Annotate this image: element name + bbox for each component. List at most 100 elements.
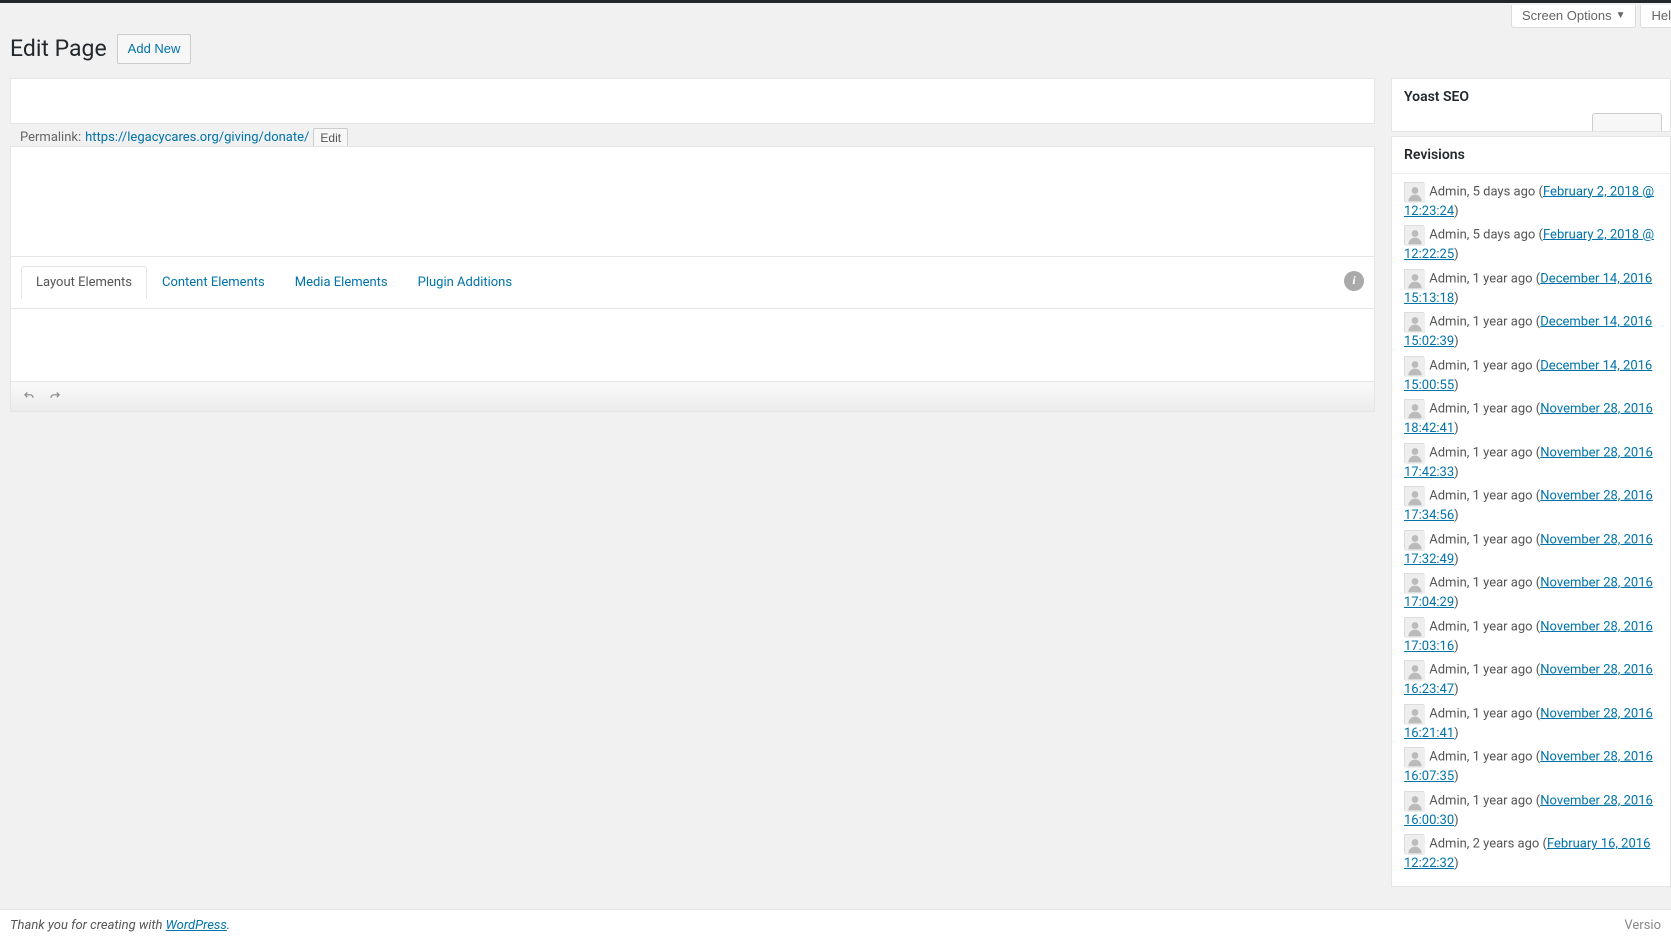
revision-item: Admin, 1 year ago (November 28, 2016 16:…: [1404, 704, 1658, 744]
revision-author: Admin: [1429, 836, 1467, 851]
revision-author: Admin: [1429, 619, 1467, 634]
avatar-icon: [1404, 660, 1424, 680]
revision-author: Admin: [1429, 532, 1467, 547]
revision-ago: 1 year ago: [1473, 793, 1533, 808]
help-label: Hel: [1651, 8, 1671, 23]
revision-item: Admin, 1 year ago (November 28, 2016 17:…: [1404, 573, 1658, 613]
revision-ago: 1 year ago: [1473, 314, 1533, 329]
avatar-icon: [1404, 312, 1424, 332]
editor-footer: [11, 381, 1374, 411]
avatar-icon: [1404, 530, 1424, 550]
revision-ago: 5 days ago: [1473, 184, 1536, 199]
revisions-metabox: Revisions Admin, 5 days ago (February 2,…: [1391, 136, 1671, 887]
revision-ago: 5 days ago: [1473, 227, 1536, 242]
add-new-button[interactable]: Add New: [117, 34, 192, 64]
revision-item: Admin, 1 year ago (November 28, 2016 16:…: [1404, 747, 1658, 787]
revision-item: Admin, 1 year ago (December 14, 2016 15:…: [1404, 269, 1658, 309]
revision-ago: 1 year ago: [1473, 445, 1533, 460]
revision-author: Admin: [1429, 793, 1467, 808]
avatar-icon: [1404, 791, 1424, 811]
revision-ago: 1 year ago: [1473, 749, 1533, 764]
avatar-icon: [1404, 399, 1424, 419]
revision-ago: 1 year ago: [1473, 358, 1533, 373]
revision-item: Admin, 5 days ago (February 2, 2018 @ 12…: [1404, 225, 1658, 265]
revision-item: Admin, 1 year ago (December 14, 2016 15:…: [1404, 312, 1658, 352]
yoast-button-stub[interactable]: [1592, 113, 1662, 131]
avatar-icon: [1404, 356, 1424, 376]
avatar-icon: [1404, 617, 1424, 637]
revisions-title: Revisions: [1392, 137, 1670, 174]
footer-period: .: [227, 918, 230, 933]
tab-layout-elements[interactable]: Layout Elements: [21, 266, 147, 299]
revision-author: Admin: [1429, 575, 1467, 590]
revision-author: Admin: [1429, 227, 1467, 242]
revision-ago: 1 year ago: [1473, 271, 1533, 286]
avatar-icon: [1404, 443, 1424, 463]
revision-ago: 1 year ago: [1473, 706, 1533, 721]
avatar-icon: [1404, 182, 1424, 202]
revision-item: Admin, 1 year ago (November 28, 2016 16:…: [1404, 660, 1658, 700]
revision-item: Admin, 5 days ago (February 2, 2018 @ 12…: [1404, 182, 1658, 222]
undo-icon[interactable]: [21, 388, 37, 404]
revision-item: Admin, 1 year ago (November 28, 2016 17:…: [1404, 443, 1658, 483]
revision-author: Admin: [1429, 488, 1467, 503]
avatar-icon: [1404, 704, 1424, 724]
tab-plugin-additions[interactable]: Plugin Additions: [403, 266, 527, 299]
revision-ago: 1 year ago: [1473, 619, 1533, 634]
sidebar: Yoast SEO Revisions Admin, 5 days ago (F…: [1391, 78, 1671, 903]
help-button[interactable]: Hel: [1640, 5, 1671, 28]
revision-item: Admin, 1 year ago (November 28, 2016 18:…: [1404, 399, 1658, 439]
page-header: Edit Page Add New: [0, 28, 1671, 78]
revision-author: Admin: [1429, 662, 1467, 677]
yoast-seo-body: [1392, 107, 1670, 131]
tab-content-elements[interactable]: Content Elements: [147, 266, 280, 299]
revision-author: Admin: [1429, 184, 1467, 199]
revision-ago: 2 years ago: [1473, 836, 1540, 851]
permalink-url[interactable]: https://legacycares.org/giving/donate/: [85, 130, 309, 145]
redo-icon[interactable]: [47, 388, 63, 404]
revision-item: Admin, 1 year ago (November 28, 2016 16:…: [1404, 791, 1658, 831]
footer-wordpress-link[interactable]: WordPress: [166, 918, 227, 933]
avatar-icon: [1404, 269, 1424, 289]
yoast-seo-metabox: Yoast SEO: [1391, 78, 1671, 132]
screen-options-button[interactable]: Screen Options ▼: [1511, 5, 1637, 28]
page-title: Edit Page: [10, 35, 107, 62]
footer-thanks: Thank you for creating with: [10, 918, 166, 933]
revision-ago: 1 year ago: [1473, 532, 1533, 547]
tab-media-elements[interactable]: Media Elements: [280, 266, 403, 299]
yoast-seo-title: Yoast SEO: [1392, 79, 1670, 107]
avatar-icon: [1404, 834, 1424, 854]
editor-canvas[interactable]: [11, 309, 1374, 381]
editor-panel: Layout Elements Content Elements Media E…: [10, 146, 1375, 412]
revision-ago: 1 year ago: [1473, 662, 1533, 677]
revision-item: Admin, 2 years ago (February 16, 2016 12…: [1404, 834, 1658, 874]
screen-options-label: Screen Options: [1522, 8, 1612, 23]
footer-version: Versio: [1624, 918, 1661, 933]
revision-ago: 1 year ago: [1473, 575, 1533, 590]
main-column: Permalink: https://legacycares.org/givin…: [10, 78, 1375, 412]
permalink-label: Permalink:: [20, 130, 81, 145]
avatar-icon: [1404, 486, 1424, 506]
permalink-row: Permalink: https://legacycares.org/givin…: [10, 128, 1375, 146]
revision-author: Admin: [1429, 445, 1467, 460]
avatar-icon: [1404, 573, 1424, 593]
editor-top-space: [11, 147, 1374, 257]
revision-author: Admin: [1429, 314, 1467, 329]
permalink-edit-button[interactable]: Edit: [313, 128, 348, 146]
info-icon[interactable]: i: [1344, 271, 1364, 291]
revision-ago: 1 year ago: [1473, 488, 1533, 503]
revision-author: Admin: [1429, 706, 1467, 721]
avatar-icon: [1404, 225, 1424, 245]
revision-author: Admin: [1429, 401, 1467, 416]
screen-meta-links: Screen Options ▼ Hel: [0, 3, 1671, 28]
content-wrap: Permalink: https://legacycares.org/givin…: [0, 78, 1671, 903]
chevron-down-icon: ▼: [1616, 10, 1626, 21]
avatar-icon: [1404, 747, 1424, 767]
revision-author: Admin: [1429, 358, 1467, 373]
revision-ago: 1 year ago: [1473, 401, 1533, 416]
revision-item: Admin, 1 year ago (December 14, 2016 15:…: [1404, 356, 1658, 396]
revision-item: Admin, 1 year ago (November 28, 2016 17:…: [1404, 486, 1658, 526]
revision-item: Admin, 1 year ago (November 28, 2016 17:…: [1404, 617, 1658, 657]
revision-author: Admin: [1429, 749, 1467, 764]
post-title-input[interactable]: [10, 78, 1375, 124]
